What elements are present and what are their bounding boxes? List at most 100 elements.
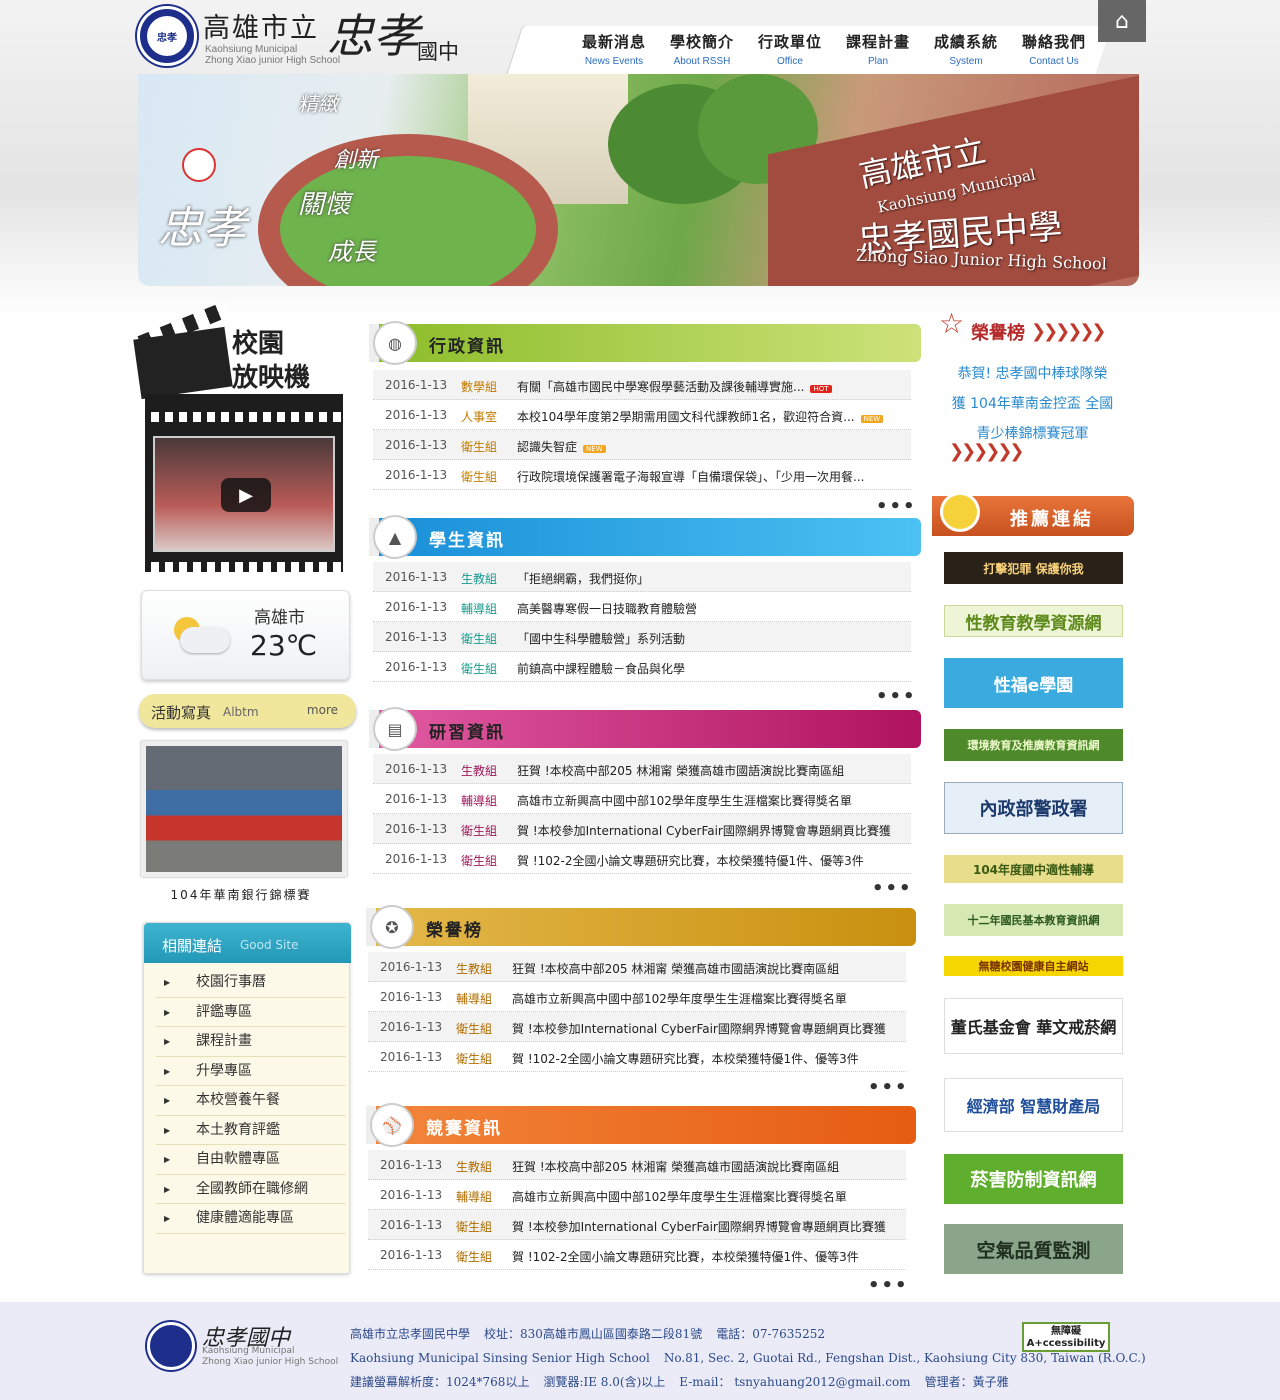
related-link-item[interactable]: ▶ 本校營養午餐 (156, 1086, 346, 1116)
film-holes (145, 562, 343, 572)
news-title[interactable]: 賀 !本校參加International CyberFair國際網界博覽會專題網… (512, 1218, 892, 1235)
nav-system[interactable]: 成績系統 System (922, 31, 1010, 67)
news-row[interactable]: 2016-1-13 衛生組 賀 !102-2全國小論文專題研究比賽，本校榮獲特優1件… (368, 1240, 906, 1270)
main-nav: 最新消息 News Events 學校簡介 About RSSH 行政單位 Offic… (570, 31, 1098, 67)
news-title[interactable]: 「拒絕網霸，我們挺你」 (517, 570, 897, 587)
news-title[interactable]: 賀 !102-2全國小論文專題研究比賽，本校榮獲特優1件、優等3件 (517, 852, 897, 869)
news-row[interactable]: 2016-1-13 生教組 狂賀 !本校高中部205 林湘甯 榮獲高雄市國語演說比賽… (373, 754, 911, 784)
news-row[interactable]: 2016-1-13 衛生組 賀 !102-2全國小論文專題研究比賽，本校榮獲特優1件… (368, 1042, 906, 1072)
related-link-label: 課程計畫 (196, 1033, 252, 1049)
news-row[interactable]: 2016-1-13 輔導組 高美醫專寒假一日技職教育體驗營 (373, 592, 911, 622)
news-title[interactable]: 狂賀 !本校高中部205 林湘甯 榮獲高雄市國語演說比賽南區組 (512, 1158, 892, 1175)
news-row[interactable]: 2016-1-13 衛生組 「國中生科學體驗營」系列活動 (373, 622, 911, 652)
banner-link-sex-education[interactable]: 性教育教學資源網 (944, 605, 1123, 637)
film-holes (145, 412, 343, 422)
news-row[interactable]: 2016-1-13 衛生組 行政院環境保護署電子海報宣導「自備環保袋」、「少用一次用… (373, 460, 911, 490)
banner-link-12year[interactable]: 十二年國民基本教育資訊網 (944, 904, 1123, 936)
news-row[interactable]: 2016-1-13 衛生組 認識失智症 NEW (373, 430, 911, 460)
album-caption[interactable]: 104年華南銀行錦標賽 (141, 886, 341, 903)
news-row[interactable]: 2016-1-13 人事室 本校104學年度第2學期需用國文科代課教師1名，歡迎符合… (373, 400, 911, 430)
news-row[interactable]: 2016-1-13 輔導組 高雄市立新興高中國中部102學年度學生生涯檔案比賽得獎名… (368, 1180, 906, 1210)
news-title[interactable]: 本校104學年度第2學期需用國文科代課教師1名，歡迎符合資... NEW (517, 408, 897, 425)
footer-email[interactable]: E-mail： tsnyahuang2012@gmail.com (679, 1375, 910, 1389)
banner-link-air-quality[interactable]: 空氣品質監測 (944, 1224, 1123, 1274)
news-row[interactable]: 2016-1-13 衛生組 賀 !本校參加International CyberFa… (368, 1210, 906, 1240)
nav-sublabel: About RSSH (673, 56, 731, 67)
banner-link-sugar-free[interactable]: 無糖校園健康自主網站 (944, 956, 1123, 976)
section-contest-more[interactable]: ••• (868, 1275, 909, 1296)
related-link-item[interactable]: ▶ 校園行事曆 (156, 968, 346, 998)
related-link-item[interactable]: ▶ 課程計畫 (156, 1027, 346, 1057)
news-title[interactable]: 賀 !102-2全國小論文專題研究比賽，本校榮獲特優1件、優等3件 (512, 1248, 892, 1265)
news-row[interactable]: 2016-1-13 輔導組 高雄市立新興高中國中部102學年度學生生涯檔案比賽得獎名… (368, 982, 906, 1012)
news-title[interactable]: 賀 !本校參加International CyberFair國際網界博覽會專題網… (512, 1020, 892, 1037)
banner-link-smoke-free[interactable]: 董氏基金會 華文戒菸網 (944, 998, 1123, 1054)
news-row[interactable]: 2016-1-13 衛生組 賀 !本校參加International CyberFa… (368, 1012, 906, 1042)
album-photo[interactable] (141, 741, 347, 877)
home-icon[interactable]: ⌂ (1098, 0, 1146, 42)
related-link-item[interactable]: ▶ 評鑑專區 (156, 998, 346, 1027)
news-row[interactable]: 2016-1-13 生教組 狂賀 !本校高中部205 林湘甯 榮獲高雄市國語演說比賽… (368, 952, 906, 982)
news-title[interactable]: 認識失智症 NEW (517, 438, 897, 455)
news-title[interactable]: 高美醫專寒假一日技職教育體驗營 (517, 600, 897, 617)
news-row[interactable]: 2016-1-13 數學組 有關「高雄市國民中學寒假學藝活動及課後輔導實施... HO… (373, 370, 911, 400)
news-title[interactable]: 前鎮高中課程體驗－食品與化學 (517, 660, 897, 677)
banner-link-environment[interactable]: 環境教育及推廣教育資訊網 (944, 729, 1123, 761)
nav-news[interactable]: 最新消息 News Events (570, 31, 658, 67)
section-admin-more[interactable]: ••• (876, 496, 917, 517)
news-title[interactable]: 有關「高雄市國民中學寒假學藝活動及課後輔導實施... HOT (517, 378, 897, 395)
news-row[interactable]: 2016-1-13 輔導組 高雄市立新興高中國中部102學年度學生生涯檔案比賽得獎名… (373, 784, 911, 814)
news-title[interactable]: 高雄市立新興高中國中部102學年度學生生涯檔案比賽得獎名單 (512, 990, 892, 1007)
arrow-right-icon: ▶ (164, 1155, 171, 1164)
news-row[interactable]: 2016-1-13 衛生組 前鎮高中課程體驗－食品與化學 (373, 652, 911, 682)
chevrons-decoration: ❯❯❯❯❯❯ (949, 441, 1024, 462)
section-contest-list: 2016-1-13 生教組 狂賀 !本校高中部205 林湘甯 榮獲高雄市國語演說比賽… (368, 1150, 906, 1270)
news-title[interactable]: 行政院環境保護署電子海報宣導「自備環保袋」、「少用一次用餐... (517, 468, 897, 485)
campus-video[interactable]: ▶ (153, 436, 335, 552)
banner-link-guidance[interactable]: 104年度國中適性輔導 (944, 855, 1123, 883)
news-title[interactable]: 狂賀 !本校高中部205 林湘甯 榮獲高雄市國語演說比賽南區組 (512, 960, 892, 977)
honor-text[interactable]: 恭賀! 忠孝國中棒球隊榮 獲 104年華南金控盃 全國 青少棒錦標賽冠軍 (935, 359, 1130, 449)
nav-plan[interactable]: 課程計畫 Plan (834, 31, 922, 67)
banner-link-tobacco[interactable]: 菸害防制資訊網 (944, 1154, 1123, 1204)
news-unit: 衛生組 (456, 1220, 493, 1234)
related-link-item[interactable]: ▶ 升學專區 (156, 1057, 346, 1086)
footer-address: 校址：830高雄市鳳山區國泰路二段81號 (484, 1327, 703, 1341)
news-title[interactable]: 高雄市立新興高中國中部102學年度學生生涯檔案比賽得獎名單 (517, 792, 897, 809)
section-student-more[interactable]: ••• (876, 686, 917, 707)
accessibility-badge[interactable]: 無障礙 A+ccessibility (1022, 1322, 1110, 1352)
news-row[interactable]: 2016-1-13 生教組 狂賀 !本校高中部205 林湘甯 榮獲高雄市國語演說比賽… (368, 1150, 906, 1180)
nav-office[interactable]: 行政單位 Office (746, 31, 834, 67)
news-title[interactable]: 「國中生科學體驗營」系列活動 (517, 630, 897, 647)
news-row[interactable]: 2016-1-13 衛生組 賀 !102-2全國小論文專題研究比賽，本校榮獲特優1件… (373, 844, 911, 874)
news-title[interactable]: 狂賀 !本校高中部205 林湘甯 榮獲高雄市國語演說比賽南區組 (517, 762, 897, 779)
school-logo[interactable]: 忠孝 (137, 6, 197, 66)
nav-about[interactable]: 學校簡介 About RSSH (658, 31, 746, 67)
chevrons-decoration: ❯❯❯❯❯❯ (1031, 321, 1106, 342)
banner-link-ipo[interactable]: 經濟部 智慧財產局 (944, 1078, 1123, 1132)
news-row[interactable]: 2016-1-13 衛生組 賀 !本校參加International CyberFa… (373, 814, 911, 844)
arrow-right-icon: ▶ (164, 1007, 171, 1017)
medal-icon: ✪ (370, 905, 414, 949)
news-title[interactable]: 高雄市立新興高中國中部102學年度學生生涯檔案比賽得獎名單 (512, 1188, 892, 1205)
honor-box: ☆ 榮譽榜 ❯❯❯❯❯❯ 恭賀! 忠孝國中棒球隊榮 獲 104年華南金控盃 全國… (935, 303, 1130, 473)
section-honor-more[interactable]: ••• (868, 1077, 909, 1098)
news-title[interactable]: 賀 !102-2全國小論文專題研究比賽，本校榮獲特優1件、優等3件 (512, 1050, 892, 1067)
play-icon[interactable]: ▶ (221, 478, 271, 512)
news-title-text: 「國中生科學體驗營」系列活動 (517, 632, 686, 646)
banner-link-crime[interactable]: 打擊犯罪 保護你我 (944, 552, 1123, 584)
section-study-more[interactable]: ••• (872, 878, 913, 899)
news-row[interactable]: 2016-1-13 生教組 「拒絕網霸，我們挺你」 (373, 562, 911, 592)
news-title[interactable]: 賀 !本校參加International CyberFair國際網界博覽會專題網… (517, 822, 897, 839)
related-link-item[interactable]: ▶ 全國教師在職修網 (156, 1175, 346, 1204)
related-link-item[interactable]: ▶ 本土教育評鑑 (156, 1116, 346, 1145)
album-more-link[interactable]: more (307, 703, 338, 717)
weather-widget: 高雄市 23℃ (141, 590, 350, 680)
clapper-board-icon (133, 326, 233, 400)
banner-link-sexfu[interactable]: 性福e學園 (944, 658, 1123, 708)
related-link-item[interactable]: ▶ 自由軟體專區 (156, 1145, 346, 1175)
nav-contact[interactable]: 聯絡我們 Contact Us (1010, 31, 1098, 67)
banner-link-police[interactable]: 內政部警政署 (944, 782, 1123, 834)
related-link-item[interactable]: ▶ 健康體適能專區 (156, 1204, 346, 1234)
film-strip: ▶ (145, 394, 343, 572)
